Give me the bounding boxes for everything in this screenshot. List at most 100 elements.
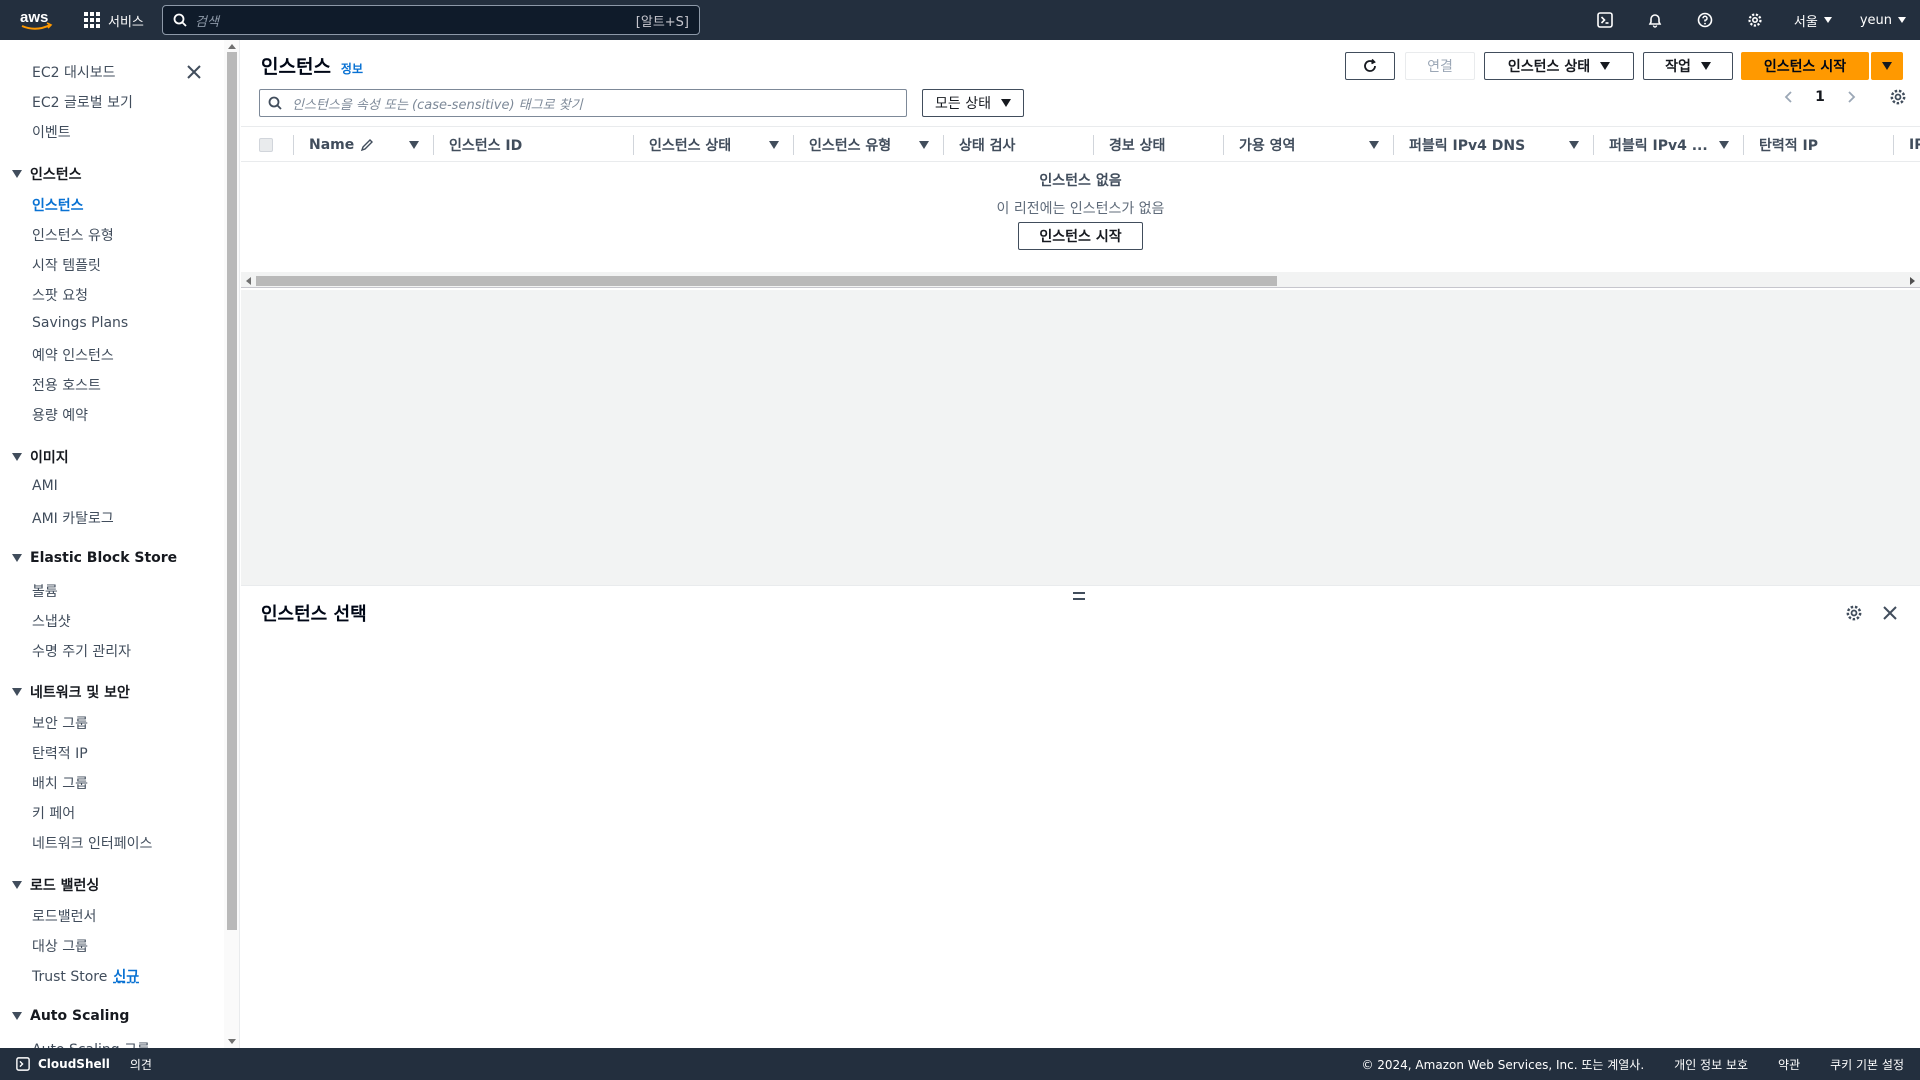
sidebar-item-spot-requests[interactable]: 스팟 요청 [32, 285, 88, 305]
column-public-ipv4-dns[interactable]: 퍼블릭 IPv4 DNS [1409, 127, 1525, 163]
sidebar-section-instances[interactable]: 인스턴스 [12, 164, 82, 184]
sidebar-item-dedicated-hosts[interactable]: 전용 호스트 [32, 375, 101, 395]
sidebar-item-volumes[interactable]: 볼륨 [32, 581, 58, 601]
cloudshell-icon[interactable] [1580, 0, 1630, 40]
table-horizontal-scrollbar[interactable] [241, 272, 1920, 288]
connect-button[interactable]: 연결 [1405, 52, 1475, 80]
sidebar-section-ebs[interactable]: Elastic Block Store [12, 550, 177, 566]
column-availability-zone-sort[interactable] [1369, 127, 1379, 163]
column-instance-state-sort[interactable] [769, 127, 779, 163]
column-divider[interactable] [633, 135, 634, 155]
notifications-icon[interactable] [1630, 0, 1680, 40]
column-divider[interactable] [293, 135, 294, 155]
column-divider[interactable] [1223, 135, 1224, 155]
state-filter-dropdown[interactable]: 모든 상태 [922, 89, 1024, 117]
column-instance-id[interactable]: 인스턴스 ID [449, 127, 522, 163]
sidebar-item-reserved-instances[interactable]: 예약 인스턴스 [32, 345, 114, 365]
column-divider[interactable] [433, 135, 434, 155]
resize-handle-icon[interactable] [1073, 592, 1085, 600]
sidebar-item-instances[interactable]: 인스턴스 [32, 195, 84, 215]
sidebar-item-ami-catalog[interactable]: AMI 카탈로그 [32, 508, 114, 528]
sidebar-section-auto-scaling[interactable]: Auto Scaling [12, 1008, 129, 1024]
scroll-up-icon[interactable] [228, 44, 236, 49]
empty-launch-button[interactable]: 인스턴스 시작 [1018, 222, 1143, 250]
sidebar-scrollbar[interactable] [224, 40, 240, 1048]
page-number[interactable]: 1 [1797, 89, 1843, 105]
column-divider[interactable] [1593, 135, 1594, 155]
privacy-link[interactable]: 개인 정보 보호 [1674, 1056, 1748, 1073]
column-public-ipv4-sort[interactable] [1719, 127, 1729, 163]
sidebar-item-trust-store[interactable]: Trust Store 신규 [32, 966, 139, 986]
cloudshell-button[interactable]: CloudShell [16, 1057, 110, 1071]
column-public-ipv4[interactable]: 퍼블릭 IPv4 ... [1609, 127, 1708, 163]
chevron-left-icon[interactable] [1781, 89, 1797, 105]
sidebar-item-ami[interactable]: AMI [32, 478, 58, 494]
region-selector[interactable]: 서울 [1780, 11, 1846, 30]
sidebar-section-images[interactable]: 이미지 [12, 447, 69, 467]
column-divider[interactable] [1893, 135, 1894, 155]
services-menu[interactable]: 서비스 [84, 11, 144, 30]
sidebar-item-ec2-global-view[interactable]: EC2 글로벌 보기 [32, 92, 133, 112]
sidebar-item-ec2-dashboard[interactable]: EC2 대시보드 [32, 62, 116, 82]
scrollbar-thumb[interactable] [227, 52, 237, 930]
column-divider[interactable] [1393, 135, 1394, 155]
sidebar-item-target-groups[interactable]: 대상 그룹 [32, 936, 88, 956]
instances-filter-input[interactable]: 인스턴스을 속성 또는 (case-sensitive) 태그로 찾기 [259, 89, 907, 117]
column-divider[interactable] [793, 135, 794, 155]
close-sidebar-icon[interactable] [184, 62, 204, 82]
user-menu[interactable]: yeun [1846, 13, 1920, 28]
sidebar-item-snapshots[interactable]: 스냅샷 [32, 611, 71, 631]
column-elastic-ip[interactable]: 탄력적 IP [1759, 127, 1818, 163]
instance-state-dropdown[interactable]: 인스턴스 상태 [1484, 52, 1634, 80]
sidebar-item-placement-groups[interactable]: 배치 그룹 [32, 773, 88, 793]
column-status-check[interactable]: 상태 검사 [959, 127, 1015, 163]
cookie-preferences-link[interactable]: 쿠키 기본 설정 [1830, 1056, 1904, 1073]
scrollbar-thumb[interactable] [256, 276, 1277, 286]
column-divider[interactable] [1093, 135, 1094, 155]
sidebar-item-instance-types[interactable]: 인스턴스 유형 [32, 225, 114, 245]
sidebar-item-savings-plans[interactable]: Savings Plans [32, 315, 128, 331]
sidebar-item-launch-templates[interactable]: 시작 템플릿 [32, 255, 101, 275]
help-icon[interactable] [1680, 0, 1730, 40]
global-search-input[interactable]: 검색 [알트+S] [162, 5, 700, 35]
feedback-link[interactable]: 의견 [130, 1056, 152, 1073]
sidebar-item-load-balancers[interactable]: 로드밸런서 [32, 906, 96, 926]
actions-dropdown[interactable]: 작업 [1643, 52, 1733, 80]
terms-link[interactable]: 약관 [1778, 1056, 1800, 1073]
column-availability-zone[interactable]: 가용 영역 [1239, 127, 1295, 163]
refresh-button[interactable] [1345, 52, 1395, 80]
column-name-sort[interactable] [409, 127, 419, 163]
column-divider[interactable] [1743, 135, 1744, 155]
split-panel-settings-icon[interactable] [1845, 604, 1863, 626]
column-alarm-status[interactable]: 경보 상태 [1109, 127, 1165, 163]
sidebar-section-network-security[interactable]: 네트워크 및 보안 [12, 682, 130, 702]
select-all-checkbox[interactable] [259, 127, 273, 163]
checkbox[interactable] [259, 138, 273, 152]
sidebar-item-lifecycle-manager[interactable]: 수명 주기 관리자 [32, 641, 131, 661]
column-ip[interactable]: IP [1909, 127, 1920, 163]
launch-instances-dropdown[interactable] [1871, 52, 1903, 80]
scroll-left-icon[interactable] [246, 277, 251, 285]
column-instance-type-sort[interactable] [919, 127, 929, 163]
sidebar-item-elastic-ips[interactable]: 탄력적 IP [32, 743, 88, 763]
column-instance-state[interactable]: 인스턴스 상태 [649, 127, 731, 163]
aws-logo[interactable]: aws [10, 0, 66, 40]
sidebar-item-key-pairs[interactable]: 키 페어 [32, 803, 75, 823]
sidebar-item-network-interfaces[interactable]: 네트워크 인터페이스 [32, 833, 152, 853]
column-instance-type[interactable]: 인스턴스 유형 [809, 127, 891, 163]
scroll-down-icon[interactable] [228, 1039, 236, 1044]
table-settings-icon[interactable] [1889, 88, 1907, 106]
split-panel-close-icon[interactable] [1881, 604, 1899, 626]
column-divider[interactable] [943, 135, 944, 155]
sidebar-item-security-groups[interactable]: 보안 그룹 [32, 713, 88, 733]
sidebar-section-load-balancing[interactable]: 로드 밸런싱 [12, 875, 99, 895]
sidebar-item-events[interactable]: 이벤트 [32, 122, 71, 142]
info-link[interactable]: 정보 [341, 60, 363, 77]
chevron-right-icon[interactable] [1843, 89, 1859, 105]
launch-instances-button[interactable]: 인스턴스 시작 [1741, 52, 1869, 80]
column-name[interactable]: Name [309, 127, 374, 163]
sidebar-item-capacity-reservations[interactable]: 용량 예약 [32, 405, 88, 425]
settings-icon[interactable] [1730, 0, 1780, 40]
sidebar-item-auto-scaling-groups[interactable]: Auto Scaling 그룹 [32, 1039, 150, 1048]
column-public-ipv4-dns-sort[interactable] [1569, 127, 1579, 163]
